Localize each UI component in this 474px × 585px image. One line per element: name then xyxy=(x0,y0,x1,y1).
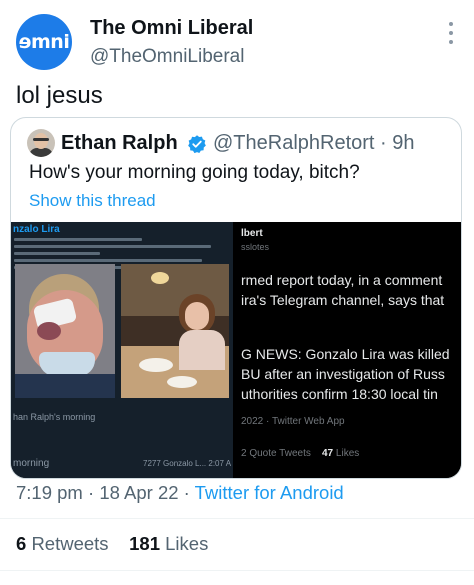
tweet-date: 18 Apr 22 xyxy=(99,482,179,503)
retweets-label: Retweets xyxy=(31,533,109,554)
tweet-text: lol jesus xyxy=(16,82,103,109)
embedded-bottom-text: morning xyxy=(13,458,50,469)
retweets-stat[interactable]: 6 Retweets xyxy=(16,533,109,554)
verified-badge-icon xyxy=(188,135,206,154)
embedded-line-4: BU after an investigation of Russ xyxy=(241,366,445,382)
avatar-logo-text: ɘmni xyxy=(18,31,70,53)
tweet-timestamp: 7:19 pm · 18 Apr 22 · Twitter for Androi… xyxy=(16,482,344,503)
embedded-handle: sslotes xyxy=(241,242,270,252)
embedded-line-1: rmed report today, in a comment xyxy=(241,272,443,288)
embedded-line-3: G NEWS: Gonzalo Lira was killed xyxy=(241,346,450,362)
author-display-name[interactable]: The Omni Liberal xyxy=(90,17,253,40)
embedded-qt-count: 2 xyxy=(241,448,247,459)
tweet-header: ɘmni The Omni Liberal @TheOmniLiberal xyxy=(0,0,474,76)
restaurant-woman-photo xyxy=(121,264,229,398)
quoted-tweet-text: How's your morning going today, bitch? xyxy=(29,162,360,183)
embedded-line-5: uthorities confirm 18:30 local tin xyxy=(241,386,438,402)
tweet-source-link[interactable]: Twitter for Android xyxy=(195,482,344,503)
likes-count: 181 xyxy=(129,533,160,554)
embedded-caption: han Ralph's morning xyxy=(13,412,96,422)
quoted-media[interactable]: nzalo Lira han Ralph's morning morning 7… xyxy=(11,222,461,478)
injured-man-photo xyxy=(15,264,115,398)
divider xyxy=(0,570,474,571)
embedded-name: lbert xyxy=(241,228,263,239)
embedded-engagement: 2 Quote Tweets 47 Likes xyxy=(241,448,359,459)
embedded-views: 7277 Gonzalo L... 2:07 A xyxy=(143,459,232,468)
embedded-likes-count: 47 xyxy=(322,448,334,459)
embedded-likes-label: Likes xyxy=(335,448,360,459)
avatar[interactable]: ɘmni xyxy=(16,14,72,70)
embedded-qt-label: Quote Tweets xyxy=(249,448,311,459)
media-image-right[interactable]: lbert sslotes rmed report today, in a co… xyxy=(237,222,461,478)
tweet-stats: 6 Retweets 181 Likes xyxy=(16,533,208,555)
embedded-author-name: nzalo Lira xyxy=(13,224,60,235)
author-handle[interactable]: @TheOmniLiberal xyxy=(90,46,244,68)
quoted-age: 9h xyxy=(392,132,415,154)
media-image-left[interactable]: nzalo Lira han Ralph's morning morning 7… xyxy=(11,222,233,478)
divider xyxy=(0,518,474,519)
more-options-icon[interactable] xyxy=(444,18,458,48)
quoted-author-avatar[interactable] xyxy=(27,129,55,157)
quoted-tweet[interactable]: Ethan Ralph @TheRalphRetort · 9h How's y… xyxy=(10,117,462,479)
quoted-author-name: Ethan Ralph xyxy=(61,132,178,154)
embedded-line-2: ira's Telegram channel, says that xyxy=(241,292,445,308)
show-thread-link[interactable]: Show this thread xyxy=(29,191,156,211)
quoted-handle-text: @TheRalphRetort xyxy=(213,132,375,154)
retweets-count: 6 xyxy=(16,533,27,554)
tweet-time: 7:19 pm xyxy=(16,482,83,503)
likes-stat[interactable]: 181 Likes xyxy=(129,533,208,554)
embedded-meta: 2022 · Twitter Web App xyxy=(241,416,345,427)
quoted-author-handle: @TheRalphRetort · 9h xyxy=(213,132,415,154)
likes-label: Likes xyxy=(165,533,209,554)
